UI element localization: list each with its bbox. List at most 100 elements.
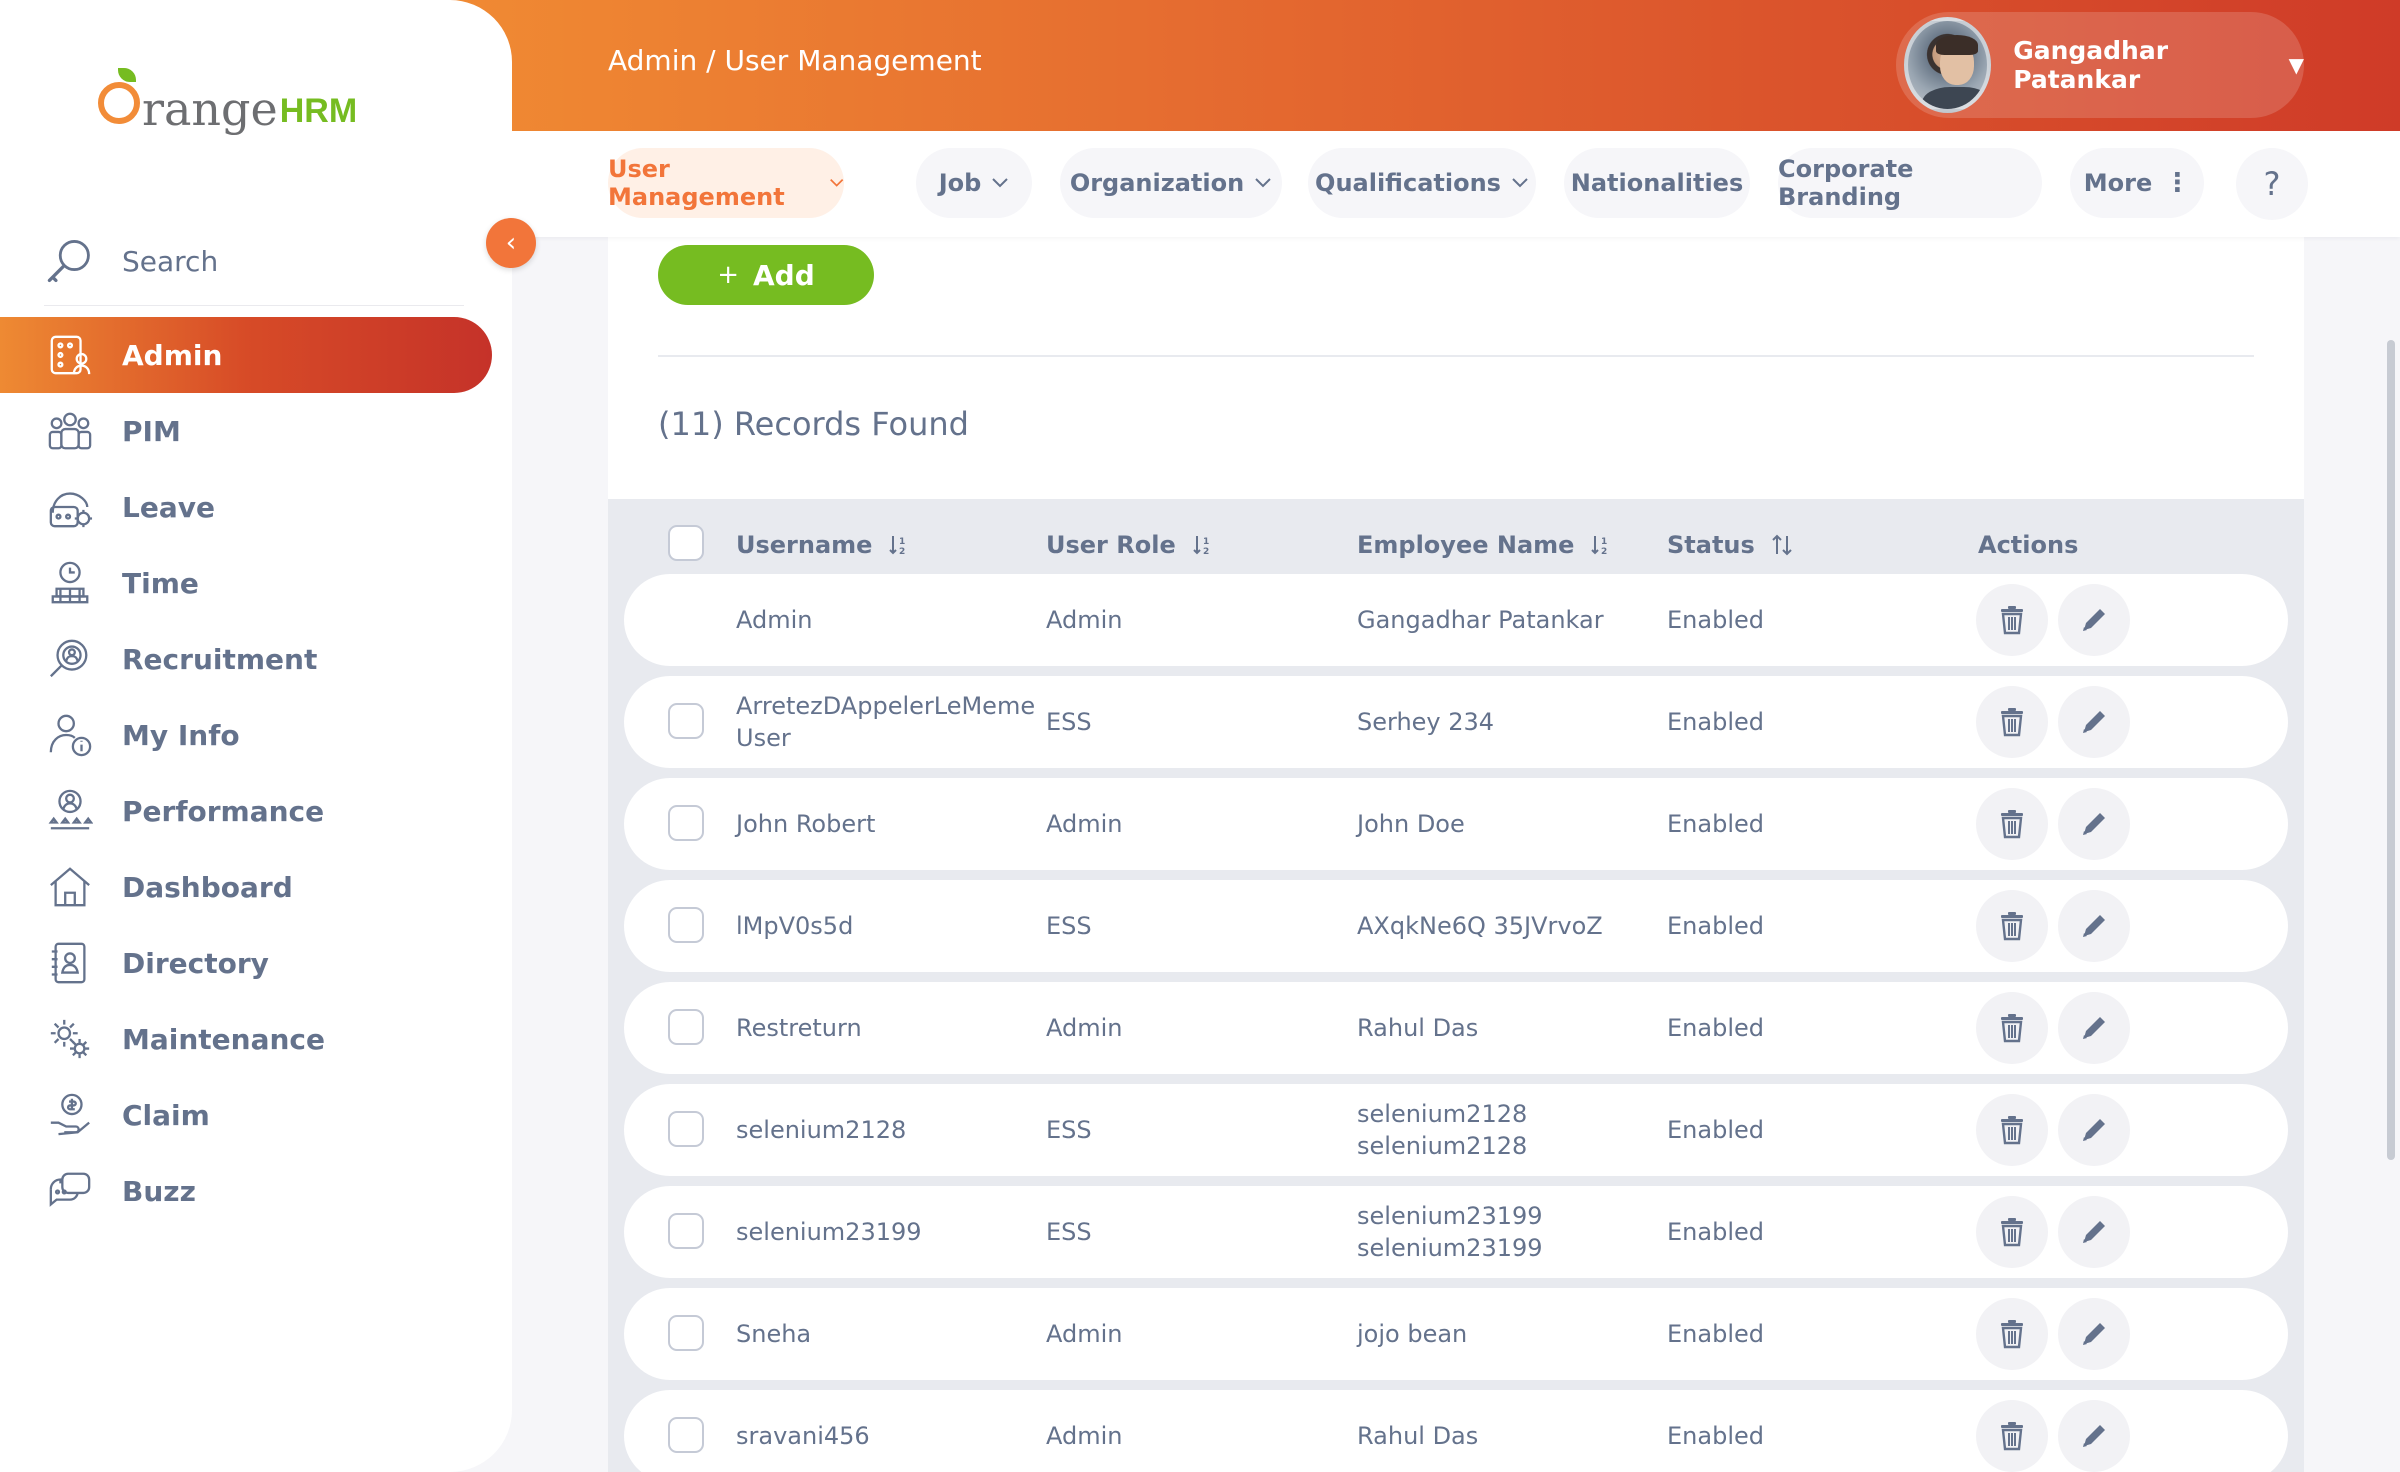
orangehrm-logo[interactable]: range HRM (98, 62, 357, 132)
column-label: User Role (1046, 531, 1176, 559)
sort-icon[interactable] (1771, 533, 1793, 557)
column-label: Status (1667, 531, 1755, 559)
table-row[interactable]: Restreturn Admin Rahul Das Enabled (624, 982, 2288, 1074)
delete-button[interactable] (1976, 1094, 2048, 1166)
user-dropdown[interactable]: Gangadhar Patankar ▼ (1896, 12, 2304, 118)
sort-icon[interactable]: 12 (1192, 533, 1214, 557)
cell-user-role: Admin (1046, 574, 1336, 666)
plus-icon: + (717, 260, 740, 290)
delete-button[interactable] (1976, 1298, 2048, 1370)
row-checkbox[interactable] (668, 907, 704, 943)
row-checkbox[interactable] (668, 1213, 704, 1249)
sidebar-item-performance[interactable]: Performance (0, 773, 492, 849)
pencil-icon (2077, 807, 2111, 841)
trash-icon (1995, 1215, 2029, 1249)
row-checkbox[interactable] (668, 1111, 704, 1147)
row-checkbox[interactable] (668, 1315, 704, 1351)
tab-corporate-branding[interactable]: Corporate Branding (1778, 148, 2042, 218)
svg-text:1: 1 (899, 537, 905, 547)
delete-button[interactable] (1976, 1196, 2048, 1268)
column-header-employee-name[interactable]: Employee Name 12 (1357, 531, 1612, 559)
table-row[interactable]: ArretezDAppelerLeMeme User ESS Serhey 234 E… (624, 676, 2288, 768)
edit-button[interactable] (2058, 584, 2130, 656)
sidebar-item-admin[interactable]: Admin (0, 317, 492, 393)
users-table: Username 12 User Role 12 Employee Name 1… (608, 499, 2304, 1472)
tab-organization[interactable]: Organization (1060, 148, 1282, 218)
table-row[interactable]: selenium23199 ESS selenium23199 selenium23… (624, 1186, 2288, 1278)
records-header-card: + Add (11) Records Found (608, 237, 2304, 499)
row-checkbox[interactable] (668, 1417, 704, 1453)
sidebar-collapse-button[interactable]: ‹ (486, 218, 536, 268)
row-checkbox[interactable] (668, 1009, 704, 1045)
search-icon (47, 239, 90, 282)
sort-icon[interactable]: 12 (1590, 533, 1612, 557)
edit-button[interactable] (2058, 686, 2130, 758)
sidebar-item-label: Directory (122, 946, 269, 980)
cell-employee-name: jojo bean (1357, 1288, 1647, 1380)
edit-button[interactable] (2058, 1094, 2130, 1166)
delete-button[interactable] (1976, 890, 2048, 962)
table-row[interactable]: John Robert Admin John Doe Enabled (624, 778, 2288, 870)
sidebar-item-my-info[interactable]: My Info (0, 697, 492, 773)
delete-button[interactable] (1976, 788, 2048, 860)
delete-button[interactable] (1976, 686, 2048, 758)
sidebar-item-label: Claim (122, 1098, 210, 1132)
tab-nationalities[interactable]: Nationalities (1564, 148, 1750, 218)
edit-button[interactable] (2058, 1196, 2130, 1268)
column-header-status[interactable]: Status (1667, 531, 1793, 559)
scrollbar-thumb[interactable] (2387, 340, 2395, 1160)
cell-user-role: Admin (1046, 982, 1336, 1074)
sidebar-item-label: Performance (122, 794, 325, 828)
cell-text: John Robert (736, 810, 876, 838)
edit-button[interactable] (2058, 890, 2130, 962)
column-header-username[interactable]: Username 12 (736, 531, 910, 559)
sidebar-item-recruitment[interactable]: Recruitment (0, 621, 492, 697)
sidebar-item-pim[interactable]: PIM (0, 393, 492, 469)
cell-text: Enabled (1667, 912, 1764, 940)
cell-text: Admin (1046, 606, 1123, 634)
sidebar-item-maintenance[interactable]: Maintenance (0, 1001, 492, 1077)
svg-text:2: 2 (1601, 547, 1607, 557)
cell-text: Enabled (1667, 1218, 1764, 1246)
table-row[interactable]: selenium2128 ESS selenium2128 selenium2128… (624, 1084, 2288, 1176)
delete-button[interactable] (1976, 992, 2048, 1064)
column-header-user-role[interactable]: User Role 12 (1046, 531, 1214, 559)
edit-button[interactable] (2058, 992, 2130, 1064)
edit-button[interactable] (2058, 1400, 2130, 1472)
table-row[interactable]: Admin Admin Gangadhar Patankar Enabled (624, 574, 2288, 666)
logo-text-hrm: HRM (279, 92, 358, 130)
sidebar-item-leave[interactable]: Leave (0, 469, 492, 545)
delete-button[interactable] (1976, 584, 2048, 656)
sidebar-item-time[interactable]: Time (0, 545, 492, 621)
tab-qualifications[interactable]: Qualifications (1308, 148, 1536, 218)
edit-button[interactable] (2058, 1298, 2130, 1370)
sidebar-item-buzz[interactable]: Buzz (0, 1153, 492, 1229)
tab-more[interactable]: More ⋮ (2070, 148, 2204, 218)
sidebar-item-claim[interactable]: Claim (0, 1077, 492, 1153)
trash-icon (1995, 1011, 2029, 1045)
tab-user-management[interactable]: User Management (608, 148, 844, 218)
edit-button[interactable] (2058, 788, 2130, 860)
add-user-button[interactable]: + Add (658, 245, 874, 305)
table-row[interactable]: Sneha Admin jojo bean Enabled (624, 1288, 2288, 1380)
table-row[interactable]: lMpV0s5d ESS AXqkNe6Q 35JVrvoZ Enabled (624, 880, 2288, 972)
pencil-icon (2077, 705, 2111, 739)
select-all-checkbox[interactable] (668, 525, 704, 561)
table-row[interactable]: sravani456 Admin Rahul Das Enabled (624, 1390, 2288, 1472)
trash-icon (1995, 909, 2029, 943)
cell-employee-name: selenium23199 selenium23199 (1357, 1186, 1647, 1278)
tab-job[interactable]: Job (916, 148, 1032, 218)
sidebar-item-directory[interactable]: Directory (0, 925, 492, 1001)
cell-username: Sneha (736, 1288, 1011, 1380)
sidebar-item-label: Maintenance (122, 1022, 326, 1056)
row-checkbox[interactable] (668, 703, 704, 739)
sidebar-search[interactable]: Search (44, 218, 464, 306)
help-button[interactable]: ? (2236, 148, 2308, 220)
delete-button[interactable] (1976, 1400, 2048, 1472)
chevron-left-icon: ‹ (505, 228, 517, 258)
sidebar-item-label: Recruitment (122, 642, 318, 676)
sort-icon[interactable]: 12 (888, 533, 910, 557)
chevron-down-icon (1255, 178, 1271, 188)
sidebar-item-dashboard[interactable]: Dashboard (0, 849, 492, 925)
row-checkbox[interactable] (668, 805, 704, 841)
